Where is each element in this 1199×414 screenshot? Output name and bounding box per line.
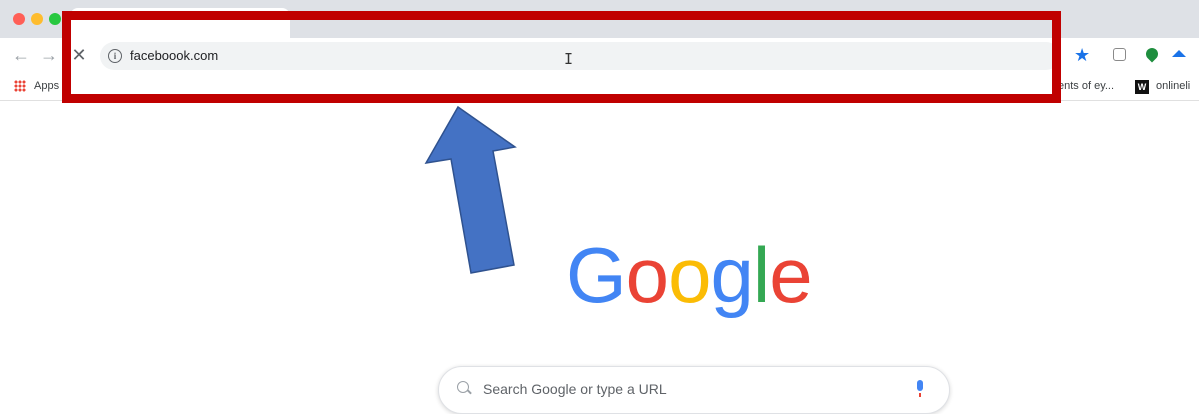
logo-letter: G — [566, 231, 627, 319]
logo-letter: l — [752, 231, 770, 319]
google-logo: Google — [566, 231, 813, 319]
blue-up-arrow-annotation — [424, 105, 517, 274]
logo-letter: e — [769, 231, 812, 319]
search-placeholder[interactable]: Search Google or type a URL — [483, 381, 667, 397]
search-icon — [457, 381, 469, 393]
logo-letter: o — [668, 231, 711, 319]
logo-letter: g — [710, 231, 753, 319]
onlineli-favicon-icon: W — [1135, 80, 1149, 94]
bookmark-item-eyes[interactable]: ents of ey... — [1058, 80, 1114, 92]
forward-arrow-icon[interactable]: → — [38, 44, 60, 66]
microphone-icon[interactable] — [917, 380, 923, 397]
back-arrow-icon[interactable]: ← — [10, 44, 32, 66]
bookmark-star-icon[interactable]: ★ — [1074, 45, 1090, 65]
graduation-cap-extension-icon[interactable] — [1172, 50, 1186, 57]
minimize-window-button[interactable] — [31, 13, 43, 25]
close-window-button[interactable] — [13, 13, 25, 25]
rss-extension-icon[interactable] — [1113, 48, 1126, 61]
logo-letter: o — [625, 231, 669, 319]
search-box[interactable]: Search Google or type a URL — [438, 366, 950, 414]
bookmark-apps[interactable]: Apps — [34, 80, 59, 92]
maximize-window-button[interactable] — [49, 13, 61, 25]
arrow-shape — [424, 105, 517, 274]
apps-grid-icon[interactable] — [14, 80, 26, 92]
bookmark-item-online[interactable]: onlineli — [1156, 80, 1190, 92]
red-highlight-annotation — [62, 11, 1061, 103]
